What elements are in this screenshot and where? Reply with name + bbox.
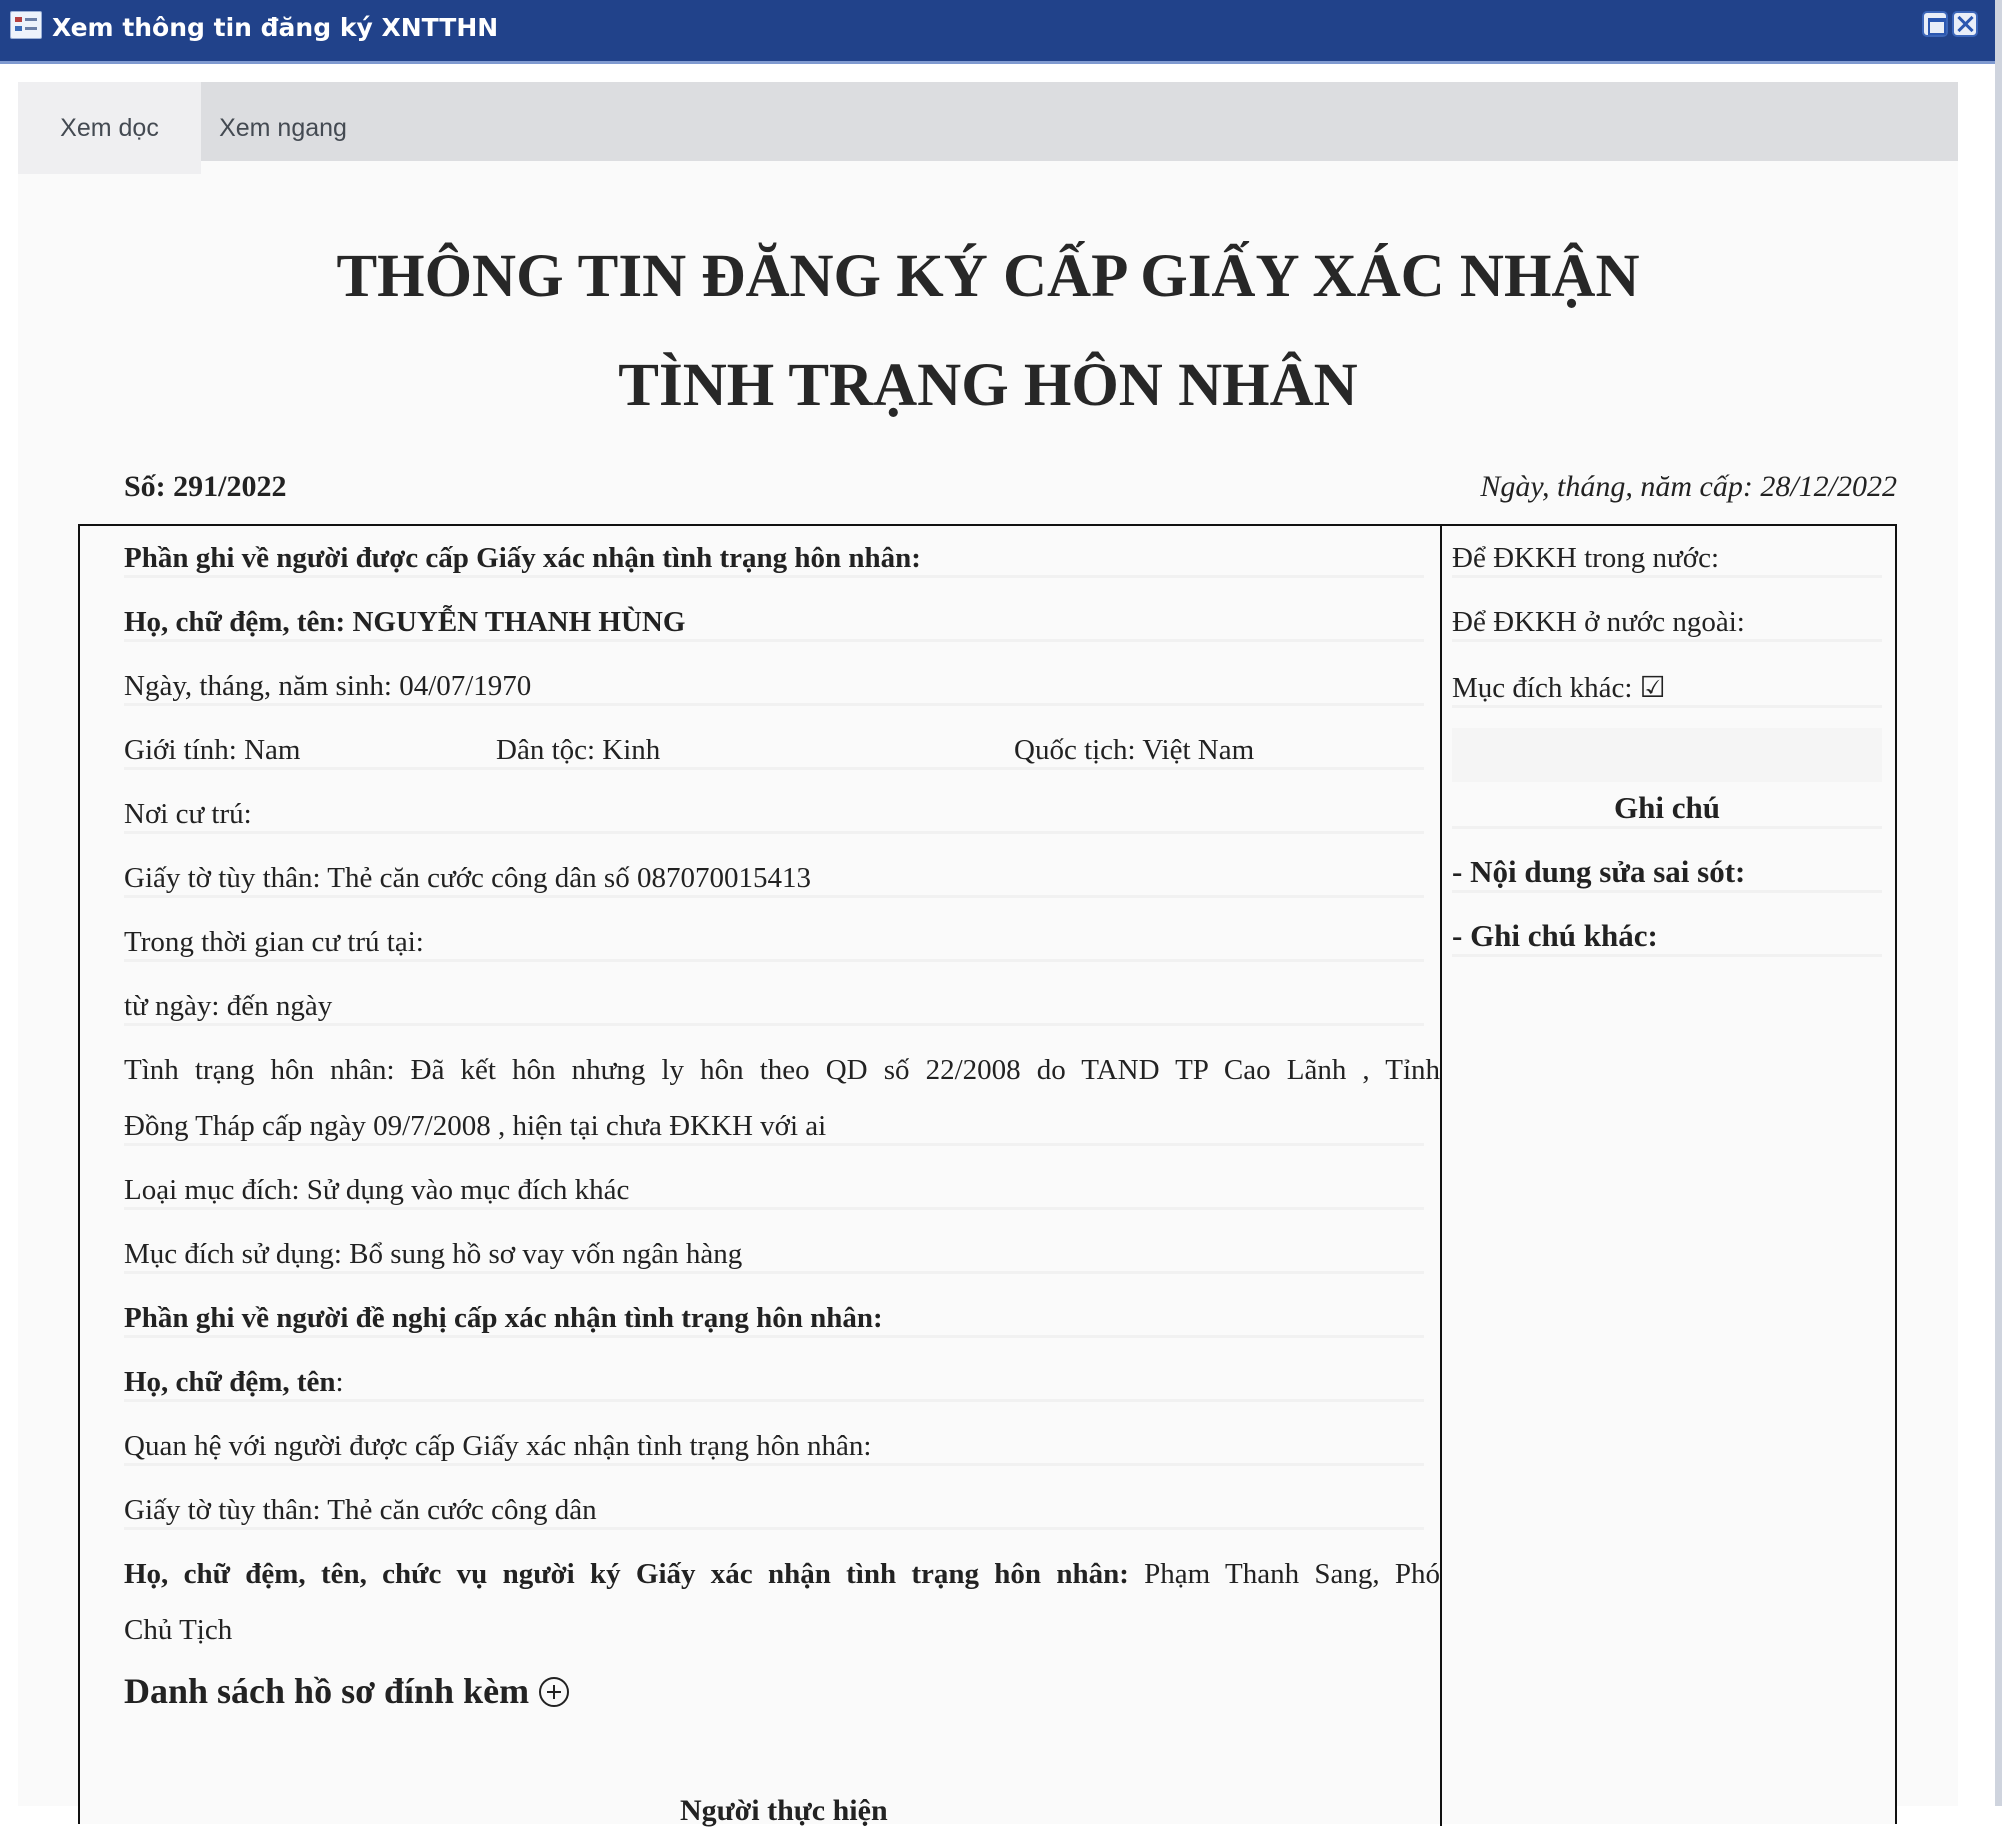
window-frame-edge — [1995, 0, 2002, 1806]
gender-ethnicity-nationality-row: Giới tính: Nam Dân tộc: Kinh Quốc tịch: … — [124, 734, 1424, 770]
column-divider — [1440, 526, 1442, 1826]
full-name-row: Họ, chữ đệm, tên: NGUYỄN THANH HÙNG — [124, 606, 1424, 642]
domestic-registration: Để ĐKKH trong nước: — [1452, 542, 1882, 578]
document-meta-row: Số: 291/2022 Ngày, tháng, năm cấp: 28/12… — [78, 460, 1897, 520]
signer-label: Họ, chữ đệm, tên, chức vụ người ký Giấy … — [124, 1558, 1129, 1590]
date-of-birth: Ngày, tháng, năm sinh: 04/07/1970 — [124, 670, 1424, 706]
purpose-type: Loại mục đích: Sử dụng vào mục đích khác — [124, 1174, 1424, 1210]
residence-period-label: Trong thời gian cư trú tại: — [124, 926, 1424, 962]
requester-name-value: : — [335, 1366, 344, 1398]
section1-title: Phần ghi về người được cấp Giấy xác nhận… — [124, 542, 1424, 578]
signer-line1: Họ, chữ đệm, tên, chức vụ người ký Giấy … — [124, 1558, 1440, 1591]
signer-value: Phạm Thanh Sang, Phó — [1128, 1558, 1440, 1590]
maximize-button[interactable] — [1922, 11, 1948, 37]
gender: Giới tính: Nam — [124, 734, 301, 766]
nationality: Quốc tịch: Việt Nam — [1014, 734, 1255, 766]
notes-title: Ghi chú — [1452, 790, 1882, 829]
residence: Nơi cư trú: — [124, 798, 1424, 834]
foreign-registration: Để ĐKKH ở nước ngoài: — [1452, 606, 1882, 642]
correction-content: - Nội dung sửa sai sót: — [1452, 854, 1882, 893]
date-range: từ ngày: đến ngày — [124, 990, 1424, 1026]
blank-row — [1452, 728, 1882, 782]
purpose-of-use: Mục đích sử dụng: Bổ sung hồ sơ vay vốn … — [124, 1238, 1424, 1274]
window-title: Xem thông tin đăng ký XNTTHN — [52, 13, 499, 42]
attachments-header: Danh sách hồ sơ đính kèm — [124, 1670, 570, 1712]
ethnicity: Dân tộc: Kinh — [496, 734, 661, 766]
performer-label: Người thực hiện — [680, 1794, 888, 1827]
tab-xem-doc[interactable]: Xem dọc — [18, 82, 201, 174]
issue-date: Ngày, tháng, năm cấp: 28/12/2022 — [1480, 470, 1897, 503]
document-number: Số: 291/2022 — [124, 470, 287, 503]
relationship: Quan hệ với người được cấp Giấy xác nhận… — [124, 1430, 1424, 1466]
marital-status-line1: Tình trạng hôn nhân: Đã kết hôn nhưng ly… — [124, 1054, 1440, 1086]
attachments-title: Danh sách hồ sơ đính kèm — [124, 1671, 530, 1711]
document-heading-line2: TÌNH TRẠNG HÔN NHÂN — [618, 352, 1358, 419]
window-title-bar: Xem thông tin đăng ký XNTTHN — [0, 0, 1995, 64]
document-heading-line1: THÔNG TIN ĐĂNG KÝ CẤP GIẤY XÁC NHẬN — [336, 243, 1640, 310]
requester-name-label: Họ, chữ đệm, tên — [124, 1366, 336, 1398]
form-icon — [10, 11, 42, 39]
document-table: Phần ghi về người được cấp Giấy xác nhận… — [78, 524, 1897, 1827]
identity-document: Giấy tờ tùy thân: Thẻ căn cước công dân … — [124, 862, 1424, 898]
tab-bar: Xem dọc Xem ngang — [18, 82, 1958, 174]
full-name-label: Họ, chữ đệm, tên — [124, 606, 336, 638]
requester-identity-document: Giấy tờ tùy thân: Thẻ căn cước công dân — [124, 1494, 1424, 1530]
other-notes: - Ghi chú khác: — [1452, 918, 1882, 957]
close-button[interactable] — [1952, 11, 1978, 37]
tab-xem-ngang[interactable]: Xem ngang — [201, 82, 365, 161]
other-purpose: Mục đích khác: ☑ — [1452, 670, 1882, 708]
add-circle-icon[interactable] — [539, 1676, 570, 1707]
requester-name-row: Họ, chữ đệm, tên: — [124, 1366, 1424, 1402]
marital-status-line2: Đồng Tháp cấp ngày 09/7/2008 , hiện tại … — [124, 1110, 1424, 1146]
content-area: Xem dọc Xem ngang THÔNG TIN ĐĂNG KÝ CẤP … — [18, 82, 1958, 1827]
section2-title: Phần ghi về người đề nghị cấp xác nhận t… — [124, 1302, 1424, 1338]
full-name-value: : NGUYỄN THANH HÙNG — [335, 606, 686, 638]
signer-line2: Chủ Tịch — [124, 1614, 233, 1646]
